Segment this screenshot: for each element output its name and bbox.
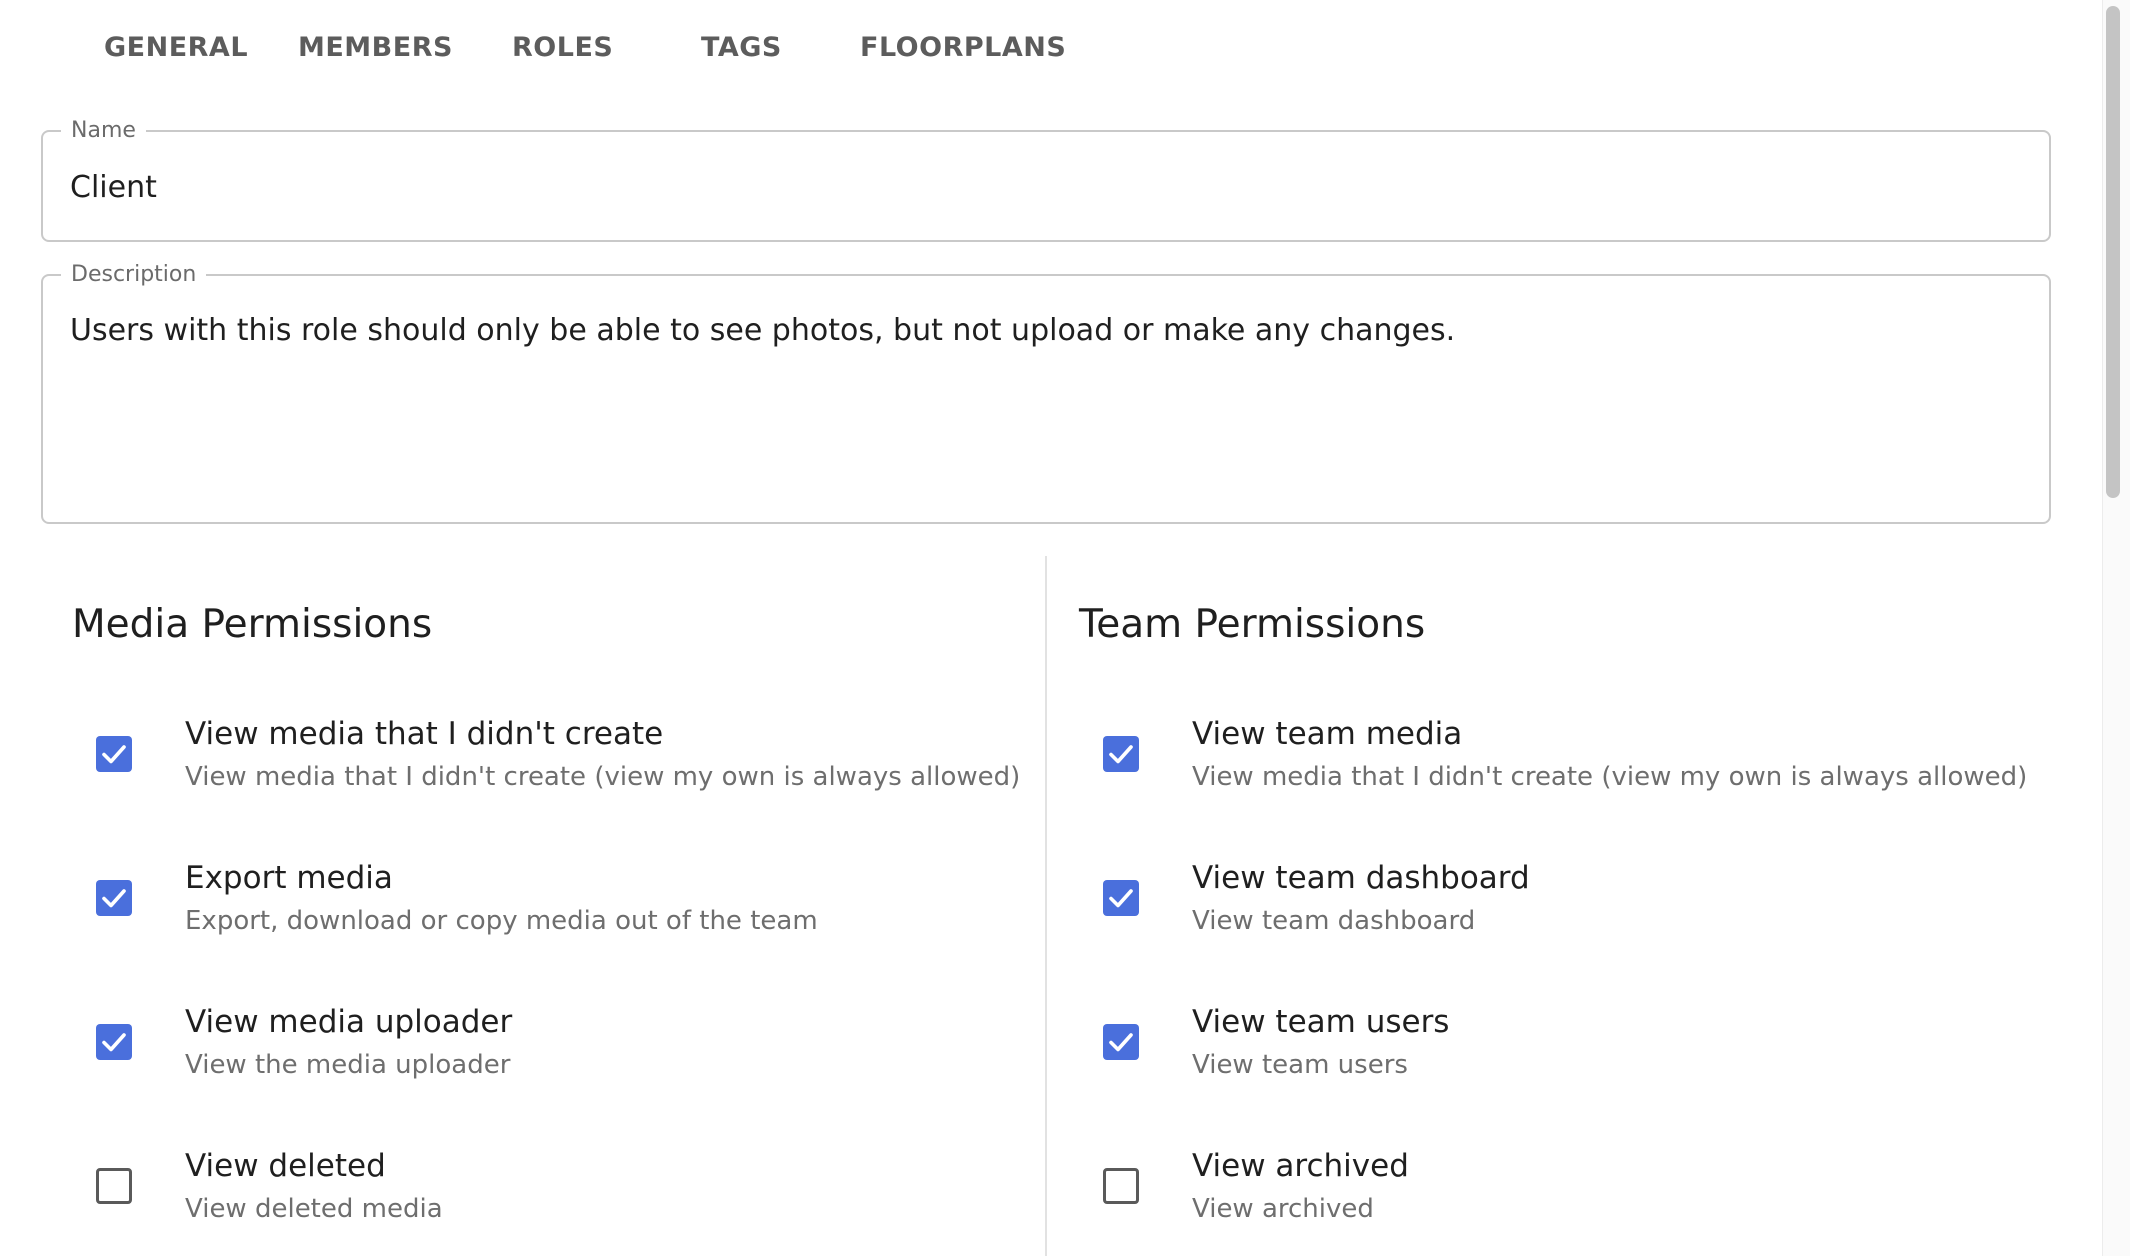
permission-title: View media uploader	[185, 1004, 513, 1040]
permission-title: View team users	[1192, 1004, 1450, 1040]
permission-title: View deleted	[185, 1148, 386, 1184]
permission-item: View media uploader View the media uploa…	[96, 1004, 1056, 1114]
check-icon	[102, 889, 126, 908]
name-field-label: Name	[61, 118, 146, 144]
check-icon	[102, 1033, 126, 1052]
check-icon	[1109, 745, 1133, 764]
permission-checkbox[interactable]	[96, 736, 132, 772]
permission-item: Export media Export, download or copy me…	[96, 860, 1056, 970]
name-input[interactable]: Client	[70, 170, 157, 205]
permission-item: View team dashboard View team dashboard	[1103, 860, 2063, 970]
permission-item: View team media View media that I didn't…	[1103, 716, 2063, 826]
permission-description: View team dashboard	[1192, 906, 1476, 936]
permission-description: View deleted media	[185, 1194, 443, 1224]
team-permissions-title: Team Permissions	[1079, 602, 1426, 647]
permission-description: View team users	[1192, 1050, 1408, 1080]
scrollbar-thumb[interactable]	[2106, 6, 2120, 498]
permission-title: View team dashboard	[1192, 860, 1530, 896]
permission-description: View the media uploader	[185, 1050, 511, 1080]
permission-item: View team users View team users	[1103, 1004, 2063, 1114]
permission-checkbox[interactable]	[96, 1024, 132, 1060]
tab-roles[interactable]: ROLES	[512, 32, 613, 63]
permission-checkbox[interactable]	[96, 1168, 132, 1204]
tab-bar: GENERAL MEMBERS ROLES TAGS FLOORPLANS	[0, 0, 2090, 100]
tab-floorplans[interactable]: FLOORPLANS	[860, 32, 1066, 63]
permission-title: Export media	[185, 860, 393, 896]
permission-item: View media that I didn't create View med…	[96, 716, 1056, 826]
permission-item: View archived View archived	[1103, 1148, 2063, 1256]
permission-title: View media that I didn't create	[185, 716, 664, 752]
media-permissions-title: Media Permissions	[72, 602, 433, 647]
tab-general[interactable]: GENERAL	[104, 32, 248, 63]
permission-checkbox[interactable]	[96, 880, 132, 916]
permission-description: View media that I didn't create (view my…	[185, 762, 1021, 792]
permission-checkbox[interactable]	[1103, 1168, 1139, 1204]
name-field[interactable]: Name Client	[41, 118, 2051, 242]
permission-description: View archived	[1192, 1194, 1374, 1224]
permission-item: View deleted View deleted media	[96, 1148, 1056, 1256]
permission-checkbox[interactable]	[1103, 1024, 1139, 1060]
permission-checkbox[interactable]	[1103, 736, 1139, 772]
permission-title: View archived	[1192, 1148, 1409, 1184]
check-icon	[1109, 1033, 1133, 1052]
permission-title: View team media	[1192, 716, 1463, 752]
description-field-label: Description	[61, 262, 207, 288]
description-textarea[interactable]: Users with this role should only be able…	[70, 313, 1455, 348]
permission-description: View media that I didn't create (view my…	[1192, 762, 2028, 792]
role-editor-page: GENERAL MEMBERS ROLES TAGS FLOORPLANS Na…	[0, 0, 2130, 1256]
description-field[interactable]: Description Users with this role should …	[41, 262, 2051, 524]
permission-checkbox[interactable]	[1103, 880, 1139, 916]
permission-description: Export, download or copy media out of th…	[185, 906, 818, 936]
tab-tags[interactable]: TAGS	[701, 32, 782, 63]
tab-members[interactable]: MEMBERS	[298, 32, 453, 63]
check-icon	[1109, 889, 1133, 908]
check-icon	[102, 745, 126, 764]
